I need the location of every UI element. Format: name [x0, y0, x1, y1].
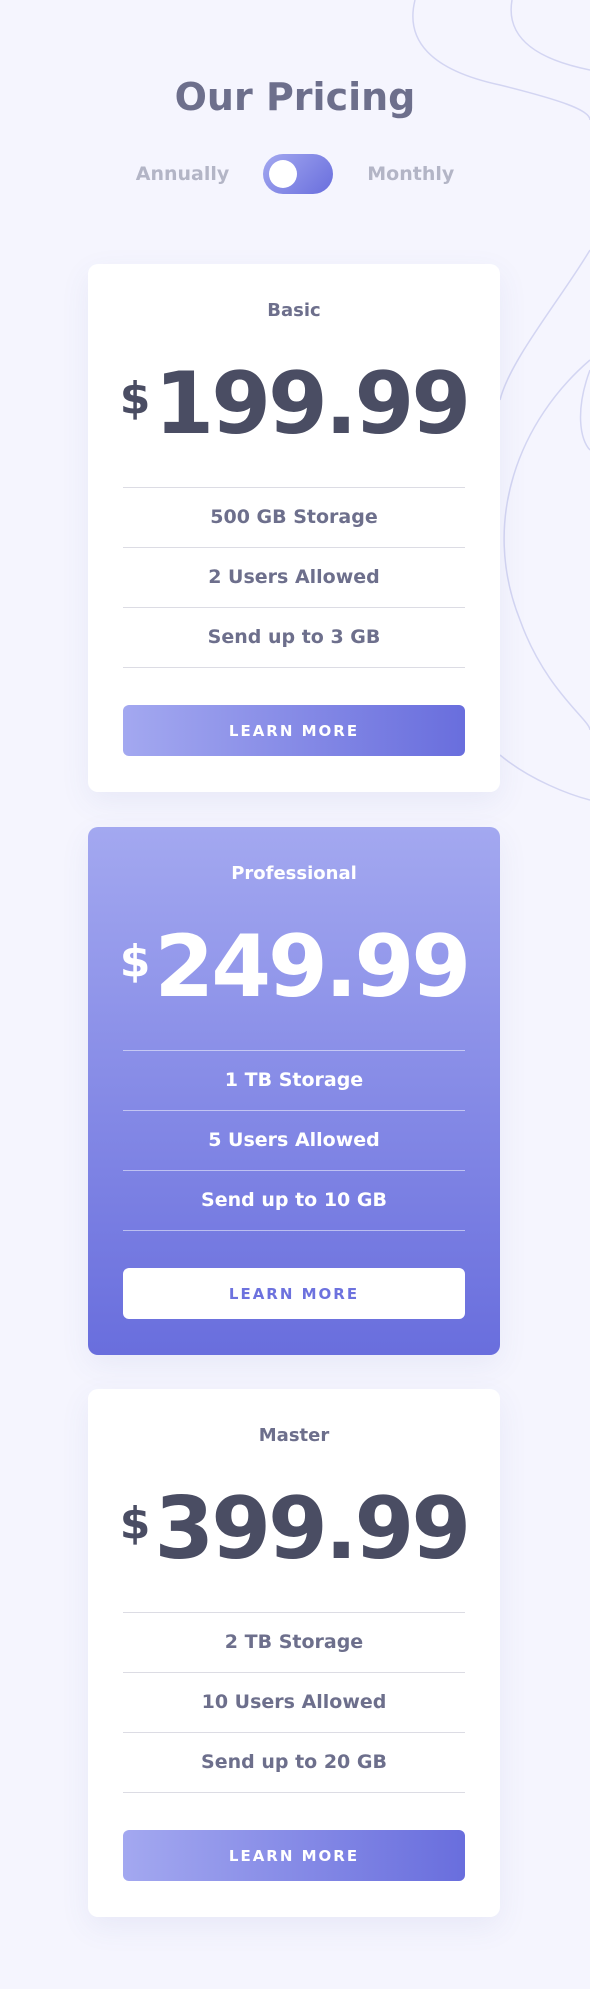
feature-storage: 1 TB Storage: [123, 1051, 465, 1111]
plan-name: Professional: [231, 863, 357, 884]
billing-period-toggle[interactable]: [263, 154, 334, 194]
page-title: Our Pricing: [174, 75, 416, 119]
feature-list: 1 TB Storage 5 Users Allowed Send up to …: [123, 1050, 465, 1231]
feature-users: 5 Users Allowed: [123, 1111, 465, 1171]
plan-price: $ 249.99: [88, 917, 500, 1017]
annually-label[interactable]: Annually: [136, 163, 230, 185]
learn-more-button-basic[interactable]: LEARN MORE: [123, 705, 465, 756]
currency-symbol: $: [119, 372, 151, 424]
pricing-card-professional: Professional $ 249.99 1 TB Storage 5 Use…: [88, 827, 500, 1355]
currency-symbol: $: [119, 935, 151, 987]
feature-users: 2 Users Allowed: [123, 548, 465, 608]
pricing-header: Our Pricing: [0, 68, 590, 126]
pricing-card-basic: Basic $ 199.99 500 GB Storage 2 Users Al…: [88, 264, 500, 792]
pricing-card-master: Master $ 399.99 2 TB Storage 10 Users Al…: [88, 1389, 500, 1917]
plan-price: $ 399.99: [88, 1479, 500, 1579]
feature-storage: 500 GB Storage: [123, 488, 465, 548]
learn-more-button-professional[interactable]: LEARN MORE: [123, 1268, 465, 1319]
plan-name: Master: [258, 1425, 330, 1446]
feature-send-limit: Send up to 10 GB: [123, 1171, 465, 1231]
feature-users: 10 Users Allowed: [123, 1673, 465, 1733]
feature-list: 2 TB Storage 10 Users Allowed Send up to…: [123, 1612, 465, 1793]
feature-storage: 2 TB Storage: [123, 1613, 465, 1673]
plan-name: Basic: [267, 300, 321, 321]
learn-more-button-master[interactable]: LEARN MORE: [123, 1830, 465, 1881]
price-amount: 199.99: [154, 354, 471, 454]
price-amount: 399.99: [154, 1479, 471, 1579]
feature-send-limit: Send up to 20 GB: [123, 1733, 465, 1793]
toggle-knob[interactable]: [269, 160, 298, 188]
plan-price: $ 199.99: [88, 354, 500, 454]
monthly-label[interactable]: Monthly: [367, 163, 454, 185]
feature-send-limit: Send up to 3 GB: [123, 608, 465, 668]
feature-list: 500 GB Storage 2 Users Allowed Send up t…: [123, 487, 465, 668]
price-amount: 249.99: [154, 917, 471, 1017]
billing-toggle-row: Annually Monthly: [0, 152, 590, 196]
currency-symbol: $: [119, 1497, 151, 1549]
